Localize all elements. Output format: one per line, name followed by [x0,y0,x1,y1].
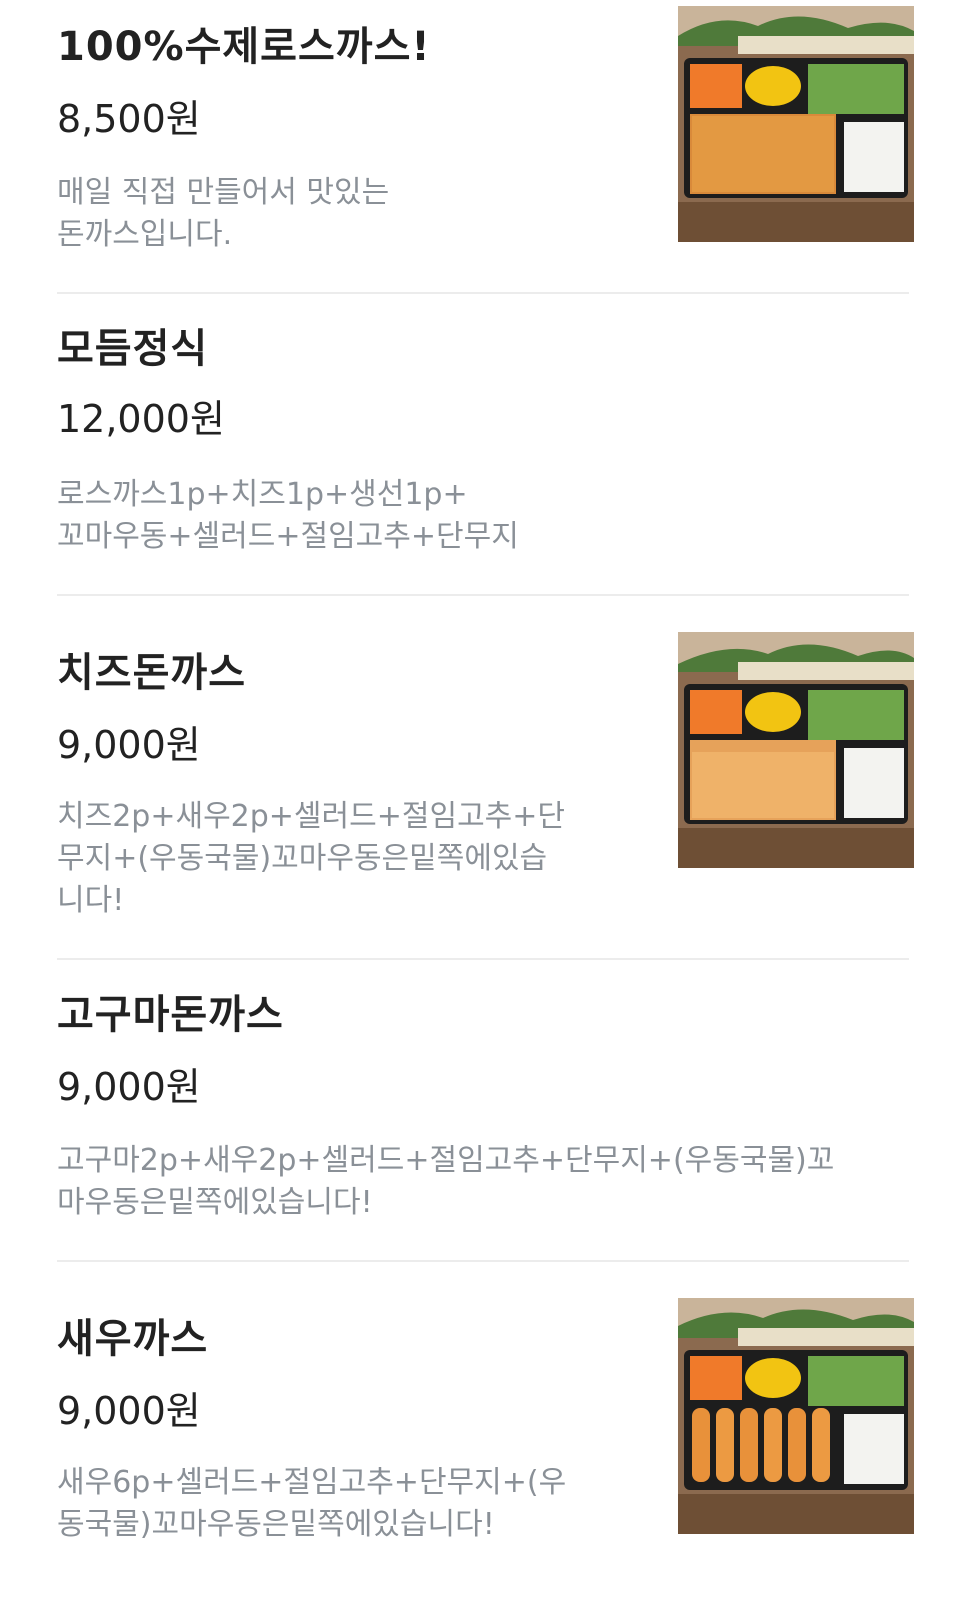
divider [57,1260,909,1262]
menu-item-price: 12,000원 [57,397,225,441]
menu-item-description: 매일 직접 만들어서 맛있는 돈까스입니다. [57,175,390,252]
menu-item-name: 새우까스 [57,1316,209,1362]
menu-item-price: 9,000원 [57,723,201,767]
divider [57,292,909,294]
menu-item-description: 새우6p+셀러드+절임고추+단무지+(우 동국물)꼬마우동은밑쪽에있습니다! [57,1465,567,1542]
menu-item-goguma-katsu[interactable]: 고구마돈까스 9,000원 고구마2p+새우2p+셀러드+절임고추+단무지+(우… [57,982,909,1242]
menu-item-name: 모듬정식 [57,326,209,372]
menu-item-modeum[interactable]: 모듬정식 12,000원 로스까스1p+치즈1p+생선1p+ 꼬마우동+셀러드+… [57,316,909,576]
menu-item-description: 로스까스1p+치즈1p+생선1p+ 꼬마우동+셀러드+절임고추+단무지 [57,477,519,554]
cheese-katsu-lunchbox-photo-icon[interactable] [678,632,914,868]
menu-item-description: 고구마2p+새우2p+셀러드+절임고추+단무지+(우동국물)꼬 마우동은밑쪽에있… [57,1143,835,1220]
menu-item-name: 고구마돈까스 [57,992,284,1038]
menu-item-name: 치즈돈까스 [57,650,246,696]
shrimp-katsu-lunchbox-photo-icon[interactable] [678,1298,914,1534]
divider [57,594,909,596]
tonkatsu-lunchbox-photo-icon[interactable] [678,6,914,242]
menu-item-description: 치즈2p+새우2p+셀러드+절임고추+단 무지+(우동국물)꼬마우동은밑쪽에있습… [57,799,566,918]
divider [57,958,909,960]
menu-item-price: 9,000원 [57,1065,201,1109]
menu-item-name: 100%수제로스까스! [57,24,431,70]
menu-item-price: 8,500원 [57,97,201,141]
menu-item-price: 9,000원 [57,1389,201,1433]
menu-list: 100%수제로스까스! 8,500원 매일 직접 만들어서 맛있는 돈까스입니다… [0,0,966,1614]
